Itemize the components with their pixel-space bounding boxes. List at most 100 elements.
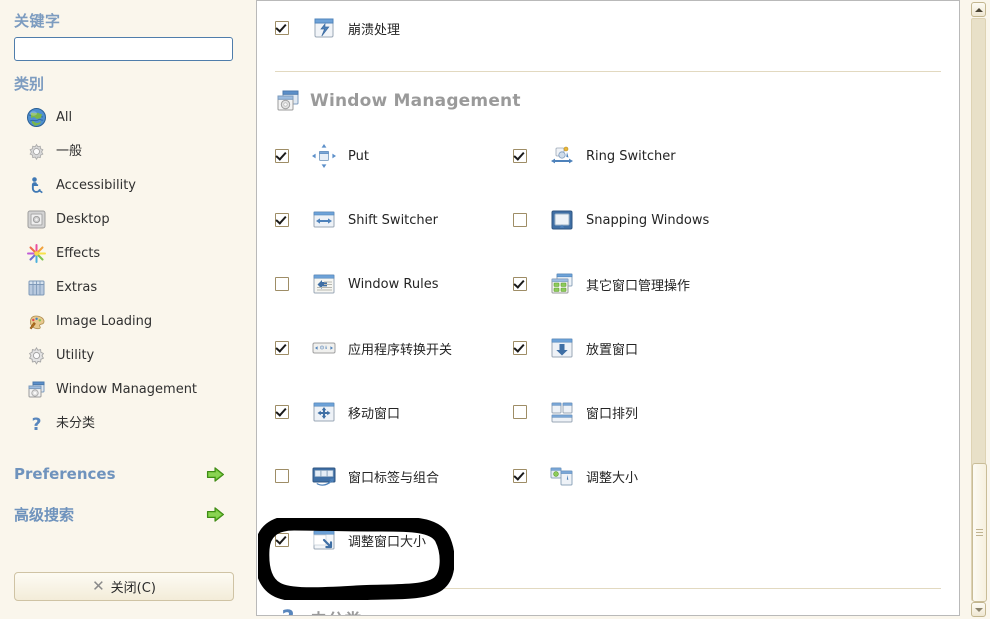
utility-gear-icon <box>28 346 45 365</box>
plugin-label[interactable]: Ring Switcher <box>586 149 676 164</box>
plugin-label[interactable]: Window Rules <box>348 277 438 292</box>
plugin-cell: 调整窗口大小 <box>275 508 513 572</box>
sidebar-item-label: Image Loading <box>56 313 153 329</box>
scrollbar-thumb[interactable] <box>972 463 987 602</box>
plugin-label[interactable]: 移动窗口 <box>348 403 400 422</box>
plugin-checkbox[interactable] <box>513 405 527 419</box>
sidebar-item-label: Effects <box>56 245 101 261</box>
sidebar-item-desktop[interactable]: Desktop <box>26 202 247 236</box>
sidebar-item-image-loading[interactable]: Image Loading <box>26 304 247 338</box>
plugin-checkbox[interactable] <box>275 277 289 291</box>
plugin-label[interactable]: 应用程序转换开关 <box>348 339 452 358</box>
sidebar: 关键字 类别 All 一般 Accessibility Desktop Effe… <box>0 0 247 619</box>
effects-icon <box>27 243 46 263</box>
plugin-list-panel: 崩溃处理 Window Management Put Ring Switcher… <box>256 0 960 616</box>
plugin-label[interactable]: 窗口标签与组合 <box>348 467 439 486</box>
plugin-checkbox[interactable] <box>513 213 527 227</box>
preferences-label: Preferences <box>14 465 116 483</box>
vertical-scrollbar[interactable] <box>971 2 988 617</box>
plugin-cell: Put <box>275 124 513 188</box>
section-header-window-management: Window Management <box>275 72 941 124</box>
plugin-checkbox[interactable] <box>513 277 527 291</box>
palette-icon <box>29 315 45 329</box>
sidebar-item-label: 一般 <box>56 143 83 159</box>
plugin-label[interactable]: 调整大小 <box>586 467 638 486</box>
plugin-label[interactable]: 崩溃处理 <box>348 19 400 38</box>
section-title: Window Management <box>310 91 521 111</box>
scrollbar-track[interactable] <box>971 18 987 602</box>
gear-gray-icon <box>29 143 44 160</box>
sidebar-item-general[interactable]: 一般 <box>26 134 247 168</box>
plugin-checkbox[interactable] <box>275 149 289 163</box>
close-button-wrap: ✕ 关闭(C) <box>14 572 234 601</box>
place-windows-icon <box>551 338 573 358</box>
category-heading: 类别 <box>14 75 45 93</box>
plugin-cell: Ring Switcher <box>513 124 751 188</box>
green-arrow-right-icon <box>206 466 225 482</box>
section-title: 未分类 <box>310 606 362 616</box>
sidebar-item-label: 未分类 <box>56 415 96 431</box>
plugin-label[interactable]: 窗口排列 <box>586 403 638 422</box>
close-icon: ✕ <box>92 577 105 595</box>
sidebar-item-label: Accessibility <box>56 177 136 193</box>
plugin-cell: Window Rules <box>275 252 513 316</box>
advanced-search-link[interactable]: 高级搜索 <box>0 494 247 534</box>
sidebar-item-effects[interactable]: Effects <box>26 236 247 270</box>
keyword-search-wrap <box>0 33 247 61</box>
application-switcher-icon <box>312 342 336 354</box>
ring-switcher-icon <box>551 146 573 164</box>
plugin-cell: 其它窗口管理操作 <box>513 252 751 316</box>
extras-icon <box>28 280 45 295</box>
preferences-link[interactable]: Preferences <box>0 454 247 494</box>
search-input[interactable] <box>14 37 233 61</box>
plugin-label[interactable]: Shift Switcher <box>348 213 438 228</box>
section-header-uncategorized: ? 未分类 <box>275 589 941 616</box>
sidebar-item-utility[interactable]: Utility <box>26 338 247 372</box>
svg-text:?: ? <box>282 607 295 616</box>
plugin-label[interactable]: Put <box>348 149 369 164</box>
plugin-label[interactable]: Snapping Windows <box>586 213 709 228</box>
plugin-checkbox[interactable] <box>275 213 289 227</box>
plugin-cell: Snapping Windows <box>513 188 751 252</box>
sidebar-item-label: All <box>56 109 73 125</box>
scroll-up-button[interactable] <box>971 2 986 17</box>
green-arrow-right-icon <box>206 506 225 522</box>
plugin-label[interactable]: 调整窗口大小 <box>348 531 426 550</box>
plugin-label[interactable]: 其它窗口管理操作 <box>586 275 690 294</box>
plugin-cell: 窗口标签与组合 <box>275 444 513 508</box>
plugin-checkbox[interactable] <box>513 341 527 355</box>
sidebar-item-extras[interactable]: Extras <box>26 270 247 304</box>
question-mark-icon: ? <box>32 415 42 434</box>
sidebar-item-label: Desktop <box>56 211 110 227</box>
plugin-checkbox[interactable] <box>275 469 289 483</box>
desktop-icon <box>27 210 46 228</box>
sidebar-item-label: Extras <box>56 279 98 295</box>
plugin-cell: 放置窗口 <box>513 316 751 380</box>
window-management-icon <box>28 381 45 397</box>
sidebar-item-all[interactable]: All <box>26 100 247 134</box>
sidebar-item-uncategorized[interactable]: ? 未分类 <box>26 406 247 440</box>
plugin-cell: Shift Switcher <box>275 188 513 252</box>
plugin-label[interactable]: 放置窗口 <box>586 339 638 358</box>
category-list: All 一般 Accessibility Desktop Effects Ext… <box>0 100 247 440</box>
scroll-down-arrow-icon <box>974 607 983 612</box>
window-management-icon <box>277 90 299 111</box>
sidebar-item-window-management[interactable]: Window Management <box>26 372 247 406</box>
tile-windows-icon <box>551 402 573 423</box>
plugin-checkbox[interactable] <box>275 341 289 355</box>
plugin-cell: 移动窗口 <box>275 380 513 444</box>
plugin-checkbox[interactable] <box>275 533 289 547</box>
plugin-checkbox[interactable] <box>275 21 289 35</box>
ccsm-plugin-browser-window: 关键字 类别 All 一般 Accessibility Desktop Effe… <box>0 0 990 619</box>
scroll-up-arrow-icon <box>974 7 983 12</box>
plugin-checkbox[interactable] <box>513 149 527 163</box>
scroll-down-button[interactable] <box>971 602 986 617</box>
close-button[interactable]: ✕ 关闭(C) <box>14 572 234 601</box>
sidebar-item-accessibility[interactable]: Accessibility <box>26 168 247 202</box>
put-icon <box>312 144 336 168</box>
plugin-checkbox[interactable] <box>513 469 527 483</box>
sidebar-item-label: Utility <box>56 347 95 363</box>
accessibility-icon <box>31 176 43 193</box>
plugin-checkbox[interactable] <box>275 405 289 419</box>
plugin-grid-window-management: Put Ring Switcher Shift Switcher Snappin… <box>275 124 941 572</box>
